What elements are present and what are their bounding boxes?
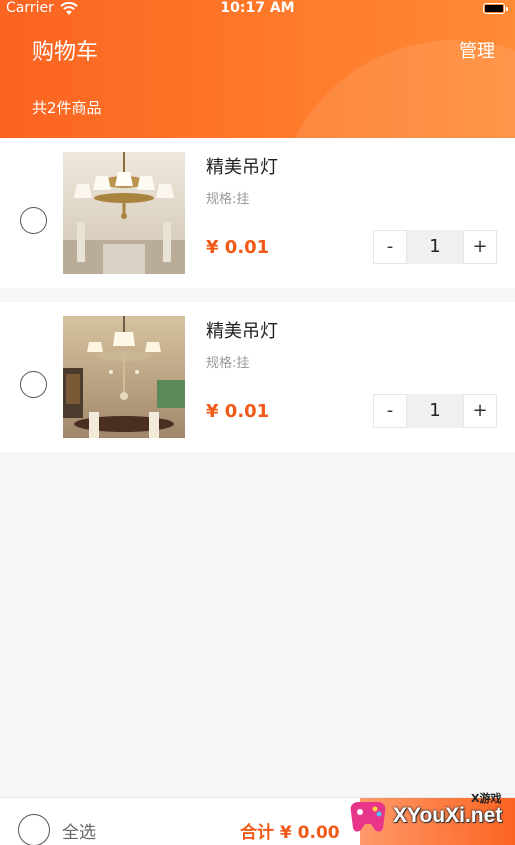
product-name[interactable]: 精美吊灯 [206, 153, 278, 179]
decrease-button[interactable]: - [373, 230, 407, 264]
quantity-value[interactable]: 1 [407, 230, 463, 264]
status-bar: Carrier 10:17 AM [0, 0, 515, 22]
product-spec: 规格:挂 [206, 356, 250, 371]
page-title: 购物车 [32, 40, 99, 65]
quantity-value[interactable]: 1 [407, 394, 463, 428]
cart-list: 精美吊灯 规格:挂 ¥ 0.01 - 1 + 精美吊灯 规格:挂 ¥ 0.01 … [0, 138, 515, 452]
product-image[interactable] [63, 316, 185, 438]
manage-button[interactable]: 管理 [459, 37, 495, 63]
increase-button[interactable]: + [463, 230, 497, 264]
total-price: 合计 ¥ 0.00 [240, 823, 340, 843]
chandelier-photo-icon [63, 316, 185, 438]
decrease-button[interactable]: - [373, 394, 407, 428]
select-all-label[interactable]: 全选 [62, 818, 96, 843]
select-all-checkbox[interactable] [18, 814, 50, 845]
watermark-text: XYouXi.net [393, 804, 503, 827]
item-checkbox[interactable] [20, 371, 47, 398]
cart-item: 精美吊灯 规格:挂 ¥ 0.01 - 1 + [0, 302, 515, 452]
increase-button[interactable]: + [463, 394, 497, 428]
cart-item: 精美吊灯 规格:挂 ¥ 0.01 - 1 + [0, 138, 515, 288]
clock: 10:17 AM [220, 0, 295, 16]
product-spec: 规格:挂 [206, 192, 250, 207]
quantity-stepper: - 1 + [373, 394, 497, 428]
chandelier-photo-icon [63, 152, 185, 274]
battery-icon [483, 3, 508, 14]
product-price: ¥ 0.01 [206, 401, 270, 422]
header: Carrier 10:17 AM 购物车 管理 共2件商品 [0, 0, 515, 138]
watermark: X游戏 XYouXi.net [345, 790, 515, 845]
item-count: 共2件商品 [32, 99, 102, 117]
product-price: ¥ 0.01 [206, 237, 270, 258]
gamepad-logo-icon [350, 802, 386, 832]
item-checkbox[interactable] [20, 207, 47, 234]
product-name[interactable]: 精美吊灯 [206, 317, 278, 343]
quantity-stepper: - 1 + [373, 230, 497, 264]
product-image[interactable] [63, 152, 185, 274]
